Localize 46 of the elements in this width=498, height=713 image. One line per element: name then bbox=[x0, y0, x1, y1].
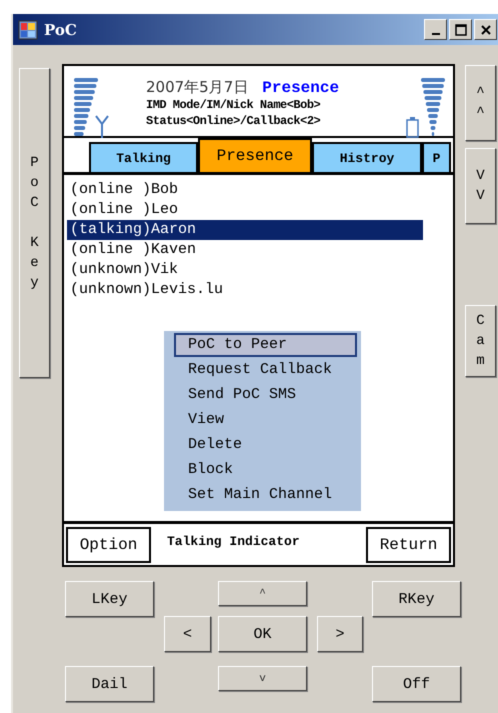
off-key[interactable]: Off bbox=[372, 666, 461, 702]
minimize-icon bbox=[432, 32, 440, 34]
menu-item[interactable]: View bbox=[174, 408, 357, 432]
contact-item[interactable]: (talking)Aaron bbox=[67, 220, 423, 240]
status-line: Status<Online>/Callback<2> bbox=[146, 113, 322, 129]
tab[interactable]: P bbox=[422, 142, 451, 172]
close-button[interactable] bbox=[474, 19, 497, 40]
battery-level-icon bbox=[405, 78, 447, 140]
tab[interactable]: Histroy bbox=[312, 142, 422, 172]
scroll-up-button[interactable]: ^^ bbox=[465, 65, 496, 141]
return-button[interactable]: Return bbox=[366, 526, 451, 562]
tab[interactable]: Talking bbox=[89, 142, 198, 172]
contact-item[interactable]: (online )Leo bbox=[67, 200, 423, 220]
right-soft-key[interactable]: RKey bbox=[372, 581, 461, 617]
close-icon bbox=[480, 24, 492, 36]
scroll-down-button[interactable]: VV bbox=[465, 148, 496, 224]
menu-item[interactable]: Request Callback bbox=[174, 358, 357, 382]
contact-item[interactable]: (unknown)Levis.lu bbox=[67, 280, 423, 300]
maximize-icon bbox=[454, 24, 466, 36]
camera-button[interactable]: Cam bbox=[465, 305, 496, 377]
dial-key[interactable]: Dail bbox=[65, 666, 154, 702]
menu-item[interactable]: PoC to Peer bbox=[174, 333, 357, 357]
left-key[interactable]: < bbox=[164, 616, 211, 652]
date-text: 2007年5月7日 bbox=[146, 78, 248, 97]
option-button[interactable]: Option bbox=[66, 526, 151, 562]
right-key[interactable]: > bbox=[317, 616, 363, 652]
minimize-button[interactable] bbox=[424, 19, 447, 40]
menu-item[interactable]: Set Main Channel bbox=[174, 483, 357, 507]
app-icon bbox=[18, 20, 38, 40]
contact-item[interactable]: (online )Kaven bbox=[67, 240, 423, 260]
contact-item[interactable]: (online )Bob bbox=[67, 180, 423, 200]
status-line: IMD Mode/IM/Nick Name<Bob> bbox=[146, 97, 322, 113]
left-soft-key[interactable]: LKey bbox=[65, 581, 154, 617]
ok-key[interactable]: OK bbox=[218, 616, 307, 652]
menu-item[interactable]: Delete bbox=[174, 433, 357, 457]
down-key[interactable]: v bbox=[218, 666, 307, 691]
up-key[interactable]: ^ bbox=[218, 581, 307, 606]
mode-title: Presence bbox=[262, 79, 340, 97]
tab[interactable]: Presence bbox=[198, 138, 312, 172]
menu-item[interactable]: Block bbox=[174, 458, 357, 482]
maximize-button[interactable] bbox=[449, 19, 472, 40]
talking-indicator: Talking Indicator bbox=[166, 533, 301, 549]
poc-key-button[interactable]: PoC Key bbox=[19, 68, 50, 378]
contact-item[interactable]: (unknown)Vik bbox=[67, 260, 423, 280]
window-title: PoC bbox=[44, 20, 77, 38]
menu-item[interactable]: Send PoC SMS bbox=[174, 383, 357, 407]
